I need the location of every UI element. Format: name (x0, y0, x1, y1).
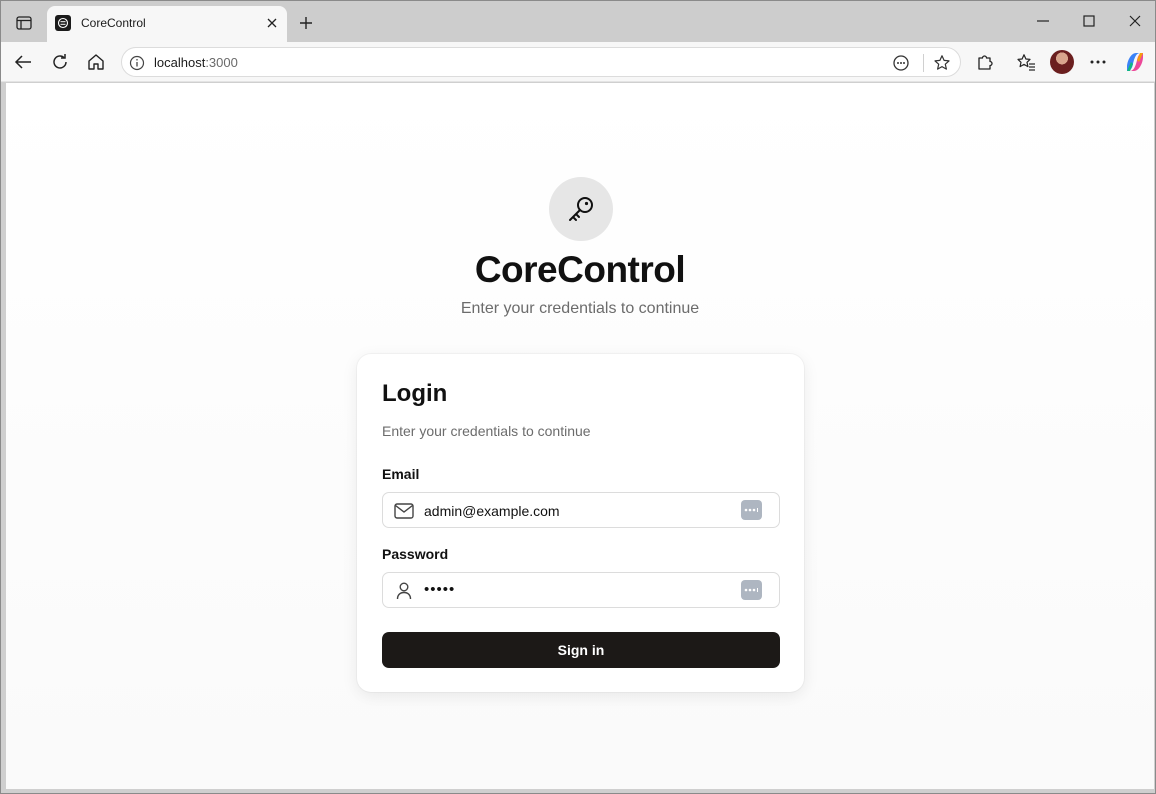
corecontrol-favicon (55, 15, 71, 31)
tab-strip: CoreControl (1, 1, 1155, 42)
copilot-icon[interactable] (1123, 50, 1147, 74)
password-manager-icon[interactable] (741, 500, 762, 520)
app-subtitle: Enter your credentials to continue (460, 300, 700, 317)
profile-avatar[interactable] (1050, 50, 1074, 74)
tab-actions-icon[interactable] (13, 12, 35, 34)
favorites-icon[interactable] (1014, 50, 1038, 74)
password-field[interactable]: ••••• (382, 572, 780, 608)
email-label: Email (382, 466, 420, 482)
site-info-icon[interactable] (128, 54, 146, 72)
user-icon (394, 582, 414, 600)
url-text[interactable]: localhost:3000 (154, 55, 238, 70)
favorite-star-icon[interactable] (931, 52, 953, 74)
address-bar[interactable]: localhost:3000 (121, 47, 961, 77)
app-title: CoreControl (474, 249, 686, 290)
email-field[interactable]: admin@example.com (382, 492, 780, 528)
close-window-icon[interactable] (1120, 9, 1150, 33)
url-host: localhost (154, 55, 206, 70)
page-viewport: CoreControl Enter your credentials to co… (6, 83, 1154, 789)
minimize-icon[interactable] (1028, 9, 1058, 33)
address-bar-divider (923, 54, 924, 72)
password-manager-icon[interactable] (741, 580, 762, 600)
email-value: admin@example.com (424, 503, 560, 519)
browser-window: CoreControl localhost:3000 CoreControl E… (0, 0, 1156, 794)
back-icon[interactable] (11, 50, 35, 74)
extensions-icon[interactable] (973, 50, 997, 74)
login-card: Login Enter your credentials to continue… (357, 354, 804, 692)
new-tab-icon[interactable] (295, 12, 317, 34)
refresh-icon[interactable] (48, 50, 72, 74)
more-options-icon[interactable] (1086, 50, 1110, 74)
browser-toolbar: localhost:3000 (1, 42, 1155, 82)
mail-icon (394, 502, 414, 520)
tab-title: CoreControl (81, 16, 146, 30)
url-port: :3000 (205, 55, 238, 70)
key-icon (549, 177, 613, 241)
maximize-icon[interactable] (1074, 9, 1104, 33)
login-description: Enter your credentials to continue (382, 423, 591, 439)
password-label: Password (382, 546, 449, 562)
login-title: Login (382, 380, 448, 407)
sign-in-button[interactable]: Sign in (382, 632, 780, 668)
password-value: ••••• (424, 581, 456, 598)
tab-corecontrol[interactable]: CoreControl (47, 6, 287, 42)
close-tab-icon[interactable] (263, 14, 281, 32)
home-icon[interactable] (84, 50, 108, 74)
reading-mode-icon[interactable] (890, 52, 912, 74)
